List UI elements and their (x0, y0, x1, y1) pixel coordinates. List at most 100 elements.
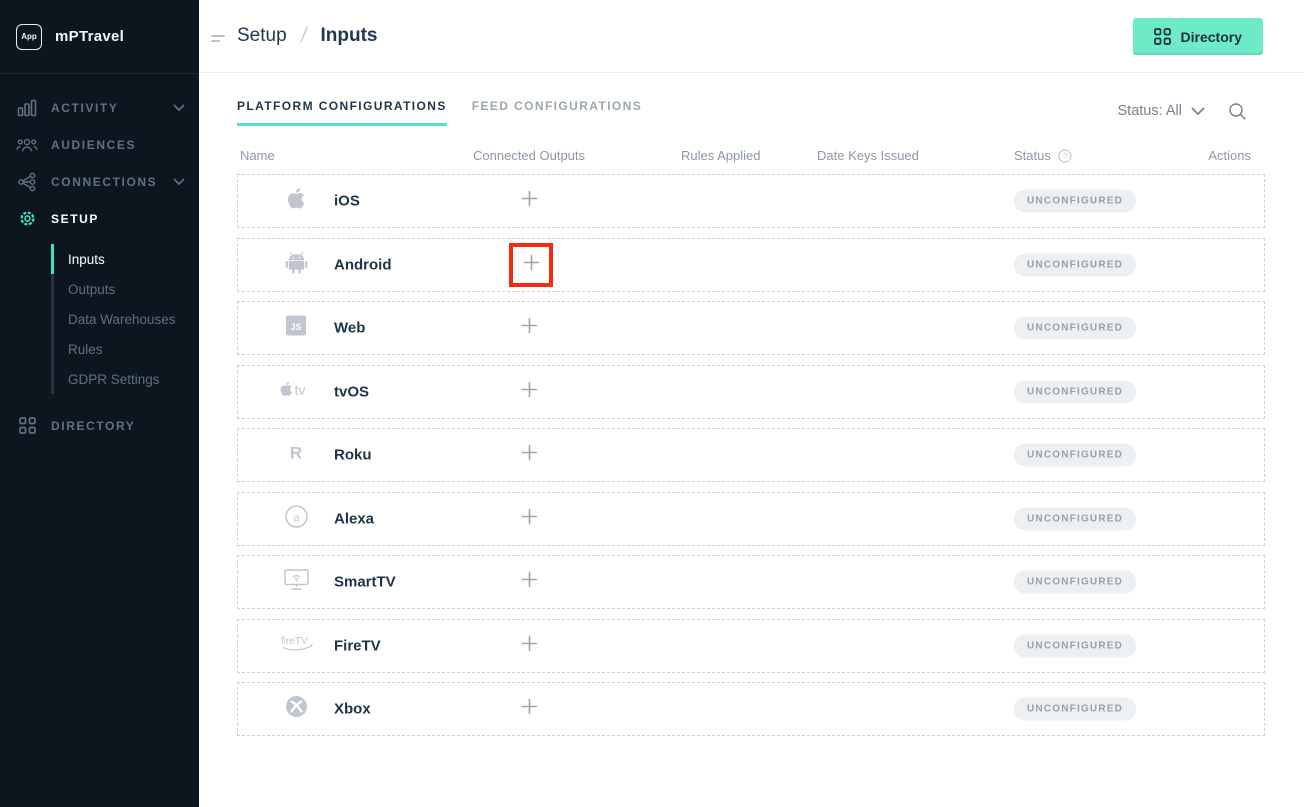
alexa-icon: a (284, 504, 309, 534)
status-badge: UNCONFIGURED (1014, 634, 1136, 657)
chevron-down-icon (1191, 107, 1205, 116)
add-connected-output-button[interactable] (509, 562, 549, 602)
xbox-icon (285, 695, 308, 723)
sidebar-subitem-label: Data Warehouses (68, 312, 176, 327)
platform-name: Android (334, 256, 392, 273)
plus-icon (521, 317, 538, 339)
status-filter-label: Status: All (1118, 103, 1182, 119)
add-connected-output-button[interactable] (509, 499, 549, 539)
sidebar-item-setup[interactable]: SETUP (0, 200, 199, 237)
sidebar-item-outputs[interactable]: Outputs (54, 274, 199, 304)
sidebar-item-label: SETUP (51, 212, 99, 226)
platform-rows: iOSUNCONFIGUREDAndroidUNCONFIGUREDJSWebU… (237, 174, 1265, 746)
add-connected-output-button-highlighted[interactable] (509, 243, 553, 287)
platform-row-web: JSWebUNCONFIGURED (237, 301, 1265, 355)
platform-row-firetv: fireTV FireTV UNCONFIGURED (237, 619, 1265, 673)
sidebar-item-label: AUDIENCES (51, 138, 136, 152)
column-header-connected-outputs: Connected Outputs (473, 148, 585, 163)
column-header-rules-applied: Rules Applied (681, 148, 761, 163)
sidebar-item-connections[interactable]: CONNECTIONS (0, 163, 199, 200)
plus-icon (523, 254, 540, 276)
sidebar-item-activity[interactable]: ACTIVITY (0, 89, 199, 126)
svg-text:?: ? (1063, 152, 1068, 161)
plus-icon (521, 508, 538, 530)
grid-icon (1154, 28, 1171, 45)
chevron-down-icon (173, 178, 185, 186)
sidebar-item-data-warehouses[interactable]: Data Warehouses (54, 304, 199, 334)
apple-icon (287, 188, 305, 214)
sidebar-collapse-icon[interactable] (211, 31, 227, 49)
plus-icon (521, 190, 538, 212)
help-icon[interactable]: ? (1058, 149, 1072, 163)
search-icon[interactable] (1228, 102, 1247, 121)
svg-text:a: a (293, 510, 300, 525)
gear-icon (16, 209, 38, 228)
add-connected-output-button[interactable] (509, 435, 549, 475)
directory-button[interactable]: Directory (1133, 18, 1263, 55)
platform-name: iOS (334, 193, 360, 210)
roku-icon: R (286, 443, 306, 468)
grid-icon (16, 417, 38, 434)
platform-row-xbox: Xbox UNCONFIGURED (237, 682, 1265, 736)
svg-text:fireTV: fireTV (281, 636, 308, 647)
sidebar-subitem-label: Outputs (68, 282, 115, 297)
column-header-name: Name (240, 148, 275, 163)
network-icon (16, 172, 38, 192)
status-badge: UNCONFIGURED (1014, 190, 1136, 213)
platform-row-ios: iOS UNCONFIGURED (237, 174, 1265, 228)
svg-text:R: R (290, 444, 302, 463)
status-badge: UNCONFIGURED (1014, 317, 1136, 340)
sidebar-item-gdpr-settings[interactable]: GDPR Settings (54, 364, 199, 394)
tab-feed-configurations[interactable]: FEED CONFIGURATIONS (472, 99, 642, 126)
platform-name: SmartTV (334, 574, 396, 591)
sidebar-item-rules[interactable]: Rules (54, 334, 199, 364)
chevron-down-icon (173, 104, 185, 112)
svg-text:tv: tv (295, 382, 306, 398)
add-connected-output-button[interactable] (509, 181, 549, 221)
sidebar-item-label: DIRECTORY (51, 419, 135, 433)
add-connected-output-button[interactable] (509, 308, 549, 348)
column-header-status-label: Status (1014, 148, 1051, 163)
sidebar-nav: ACTIVITY AUDIENCES CONNECTIONS SETUP (0, 89, 199, 237)
add-connected-output-button[interactable] (509, 689, 549, 729)
app-title: mPTravel (55, 28, 124, 45)
smarttv-icon (283, 568, 310, 596)
sidebar-item-audiences[interactable]: AUDIENCES (0, 126, 199, 163)
sidebar-item-inputs[interactable]: Inputs (54, 244, 199, 274)
tab-platform-configurations[interactable]: PLATFORM CONFIGURATIONS (237, 99, 447, 126)
platform-name: FireTV (334, 637, 381, 654)
table-header: Name Connected Outputs Rules Applied Dat… (237, 148, 1265, 166)
status-filter-dropdown[interactable]: Status: All (1118, 103, 1205, 119)
add-connected-output-button[interactable] (509, 372, 549, 412)
platform-name: Roku (334, 447, 372, 464)
breadcrumb-section[interactable]: Setup (237, 25, 287, 47)
platform-row-alexa: aAlexaUNCONFIGURED (237, 492, 1265, 546)
plus-icon (521, 571, 538, 593)
platform-row-roku: RRokuUNCONFIGURED (237, 428, 1265, 482)
breadcrumb-separator: / (299, 24, 308, 48)
status-badge: UNCONFIGURED (1014, 380, 1136, 403)
page-header: Setup / Inputs Directory (199, 0, 1304, 73)
platform-row-android: AndroidUNCONFIGURED (237, 238, 1265, 292)
tab-bar: PLATFORM CONFIGURATIONS FEED CONFIGURATIO… (237, 99, 642, 126)
platform-name: Alexa (334, 510, 374, 527)
directory-button-label: Directory (1181, 29, 1242, 45)
breadcrumb: Setup / Inputs (237, 24, 378, 48)
status-badge: UNCONFIGURED (1014, 698, 1136, 721)
plus-icon (521, 698, 538, 720)
column-header-status: Status ? (1014, 148, 1072, 163)
setup-submenu: Inputs Outputs Data Warehouses Rules GDPR Se… (51, 244, 199, 394)
app-logo: App mPTravel (0, 0, 199, 74)
sidebar-item-label: CONNECTIONS (51, 175, 157, 189)
people-icon (16, 137, 38, 153)
platform-row-smarttv: SmartTVUNCONFIGURED (237, 555, 1265, 609)
sidebar-subitem-label: Inputs (68, 252, 105, 267)
column-header-actions: Actions (1208, 148, 1251, 163)
app-logo-badge: App (16, 24, 42, 50)
add-connected-output-button[interactable] (509, 626, 549, 666)
android-icon (284, 251, 309, 279)
sidebar-item-directory[interactable]: DIRECTORY (0, 407, 199, 444)
platform-name: Xbox (334, 701, 371, 718)
bar-chart-icon (16, 99, 38, 117)
sidebar-subitem-label: GDPR Settings (68, 372, 160, 387)
